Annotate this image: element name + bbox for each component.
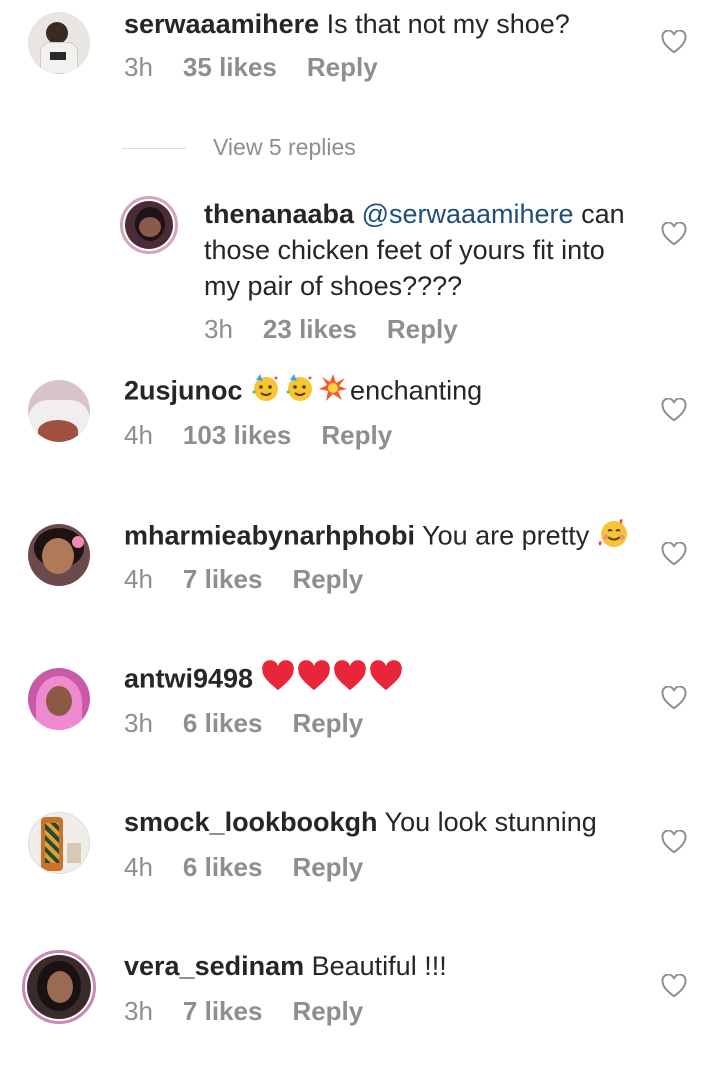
comment-meta: 3h 6 likes Reply [124,708,393,739]
comment-body: Beautiful !!! [304,951,447,981]
red-heart-emoji [333,660,367,701]
reply-button[interactable]: Reply [387,314,458,344]
heart-outline-icon[interactable] [661,686,687,710]
timestamp: 4h [124,420,153,450]
comment-body: those chicken feet of yours fit into [204,235,605,265]
avatar[interactable] [22,950,96,1024]
timestamp: 4h [124,564,153,594]
mention-link[interactable]: @serwaaamihere [362,199,574,229]
comment-body [253,664,261,694]
avatar[interactable] [28,380,90,442]
replies-divider [122,148,186,149]
red-heart-emoji [369,660,403,701]
comment-body: my pair of shoes???? [204,271,463,301]
likes-count[interactable]: 6 likes [183,852,263,882]
username[interactable]: thenanaaba [204,199,354,229]
likes-count[interactable]: 6 likes [183,708,263,738]
heart-outline-icon[interactable] [661,30,687,54]
collision-emoji [318,373,348,412]
reply-button[interactable]: Reply [307,52,378,82]
timestamp: 3h [124,708,153,738]
red-heart-emoji [261,660,295,701]
timestamp: 3h [124,52,153,82]
partying-face-emoji [284,372,316,413]
comment-meta: 4h 6 likes Reply [124,852,393,883]
avatar[interactable] [28,12,90,74]
username[interactable]: serwaaamihere [124,9,319,39]
comment-text: 2usjunoc enchanting [124,372,482,413]
comment-meta: 3h 35 likes Reply [124,52,408,83]
likes-count[interactable]: 35 likes [183,52,277,82]
avatar[interactable] [120,196,178,254]
view-replies-link[interactable]: View 5 replies [213,134,356,161]
comment-text: smock_lookbookgh You look stunning [124,804,597,840]
heart-outline-icon[interactable] [661,830,687,854]
timestamp: 3h [204,314,233,344]
username[interactable]: 2usjunoc [124,376,243,406]
comment-body: You look stunning [377,807,597,837]
comment-body: You are pretty [415,520,597,551]
likes-count[interactable]: 7 likes [183,564,263,594]
likes-count[interactable]: 103 likes [183,420,291,450]
comment-meta: 3h 7 likes Reply [124,996,393,1027]
reply-button[interactable]: Reply [292,852,363,882]
partying-face-emoji [250,372,282,413]
heart-outline-icon[interactable] [661,398,687,422]
comment-text: serwaaamihere Is that not my shoe? [124,6,570,42]
timestamp: 4h [124,852,153,882]
username[interactable]: mharmieabynarhphobi [124,521,415,551]
comment-meta: 4h 7 likes Reply [124,564,393,595]
avatar[interactable] [28,812,90,874]
comment-text: antwi9498 [124,660,405,701]
comment-body: Is that not my shoe? [319,9,570,39]
avatar[interactable] [28,524,90,586]
reply-button[interactable]: Reply [321,420,392,450]
red-heart-emoji [297,660,331,701]
likes-count[interactable]: 7 likes [183,996,263,1026]
username[interactable]: vera_sedinam [124,951,304,981]
heart-outline-icon[interactable] [661,974,687,998]
reply-button[interactable]: Reply [292,564,363,594]
heart-outline-icon[interactable] [661,222,687,246]
avatar[interactable] [28,668,90,730]
likes-count[interactable]: 23 likes [263,314,357,344]
comment-text: vera_sedinam Beautiful !!! [124,948,447,984]
reply-button[interactable]: Reply [292,708,363,738]
timestamp: 3h [124,996,153,1026]
comment-body: enchanting [350,375,483,406]
comment-meta: 3h 23 likes Reply [204,314,488,345]
comment-body: can [573,199,625,229]
smiling-face-with-hearts-emoji [597,516,631,559]
reply-button[interactable]: Reply [292,996,363,1026]
heart-outline-icon[interactable] [661,542,687,566]
username[interactable]: antwi9498 [124,664,253,694]
comment-text: thenanaaba @serwaaamihere can those chic… [204,196,644,304]
comment-text: mharmieabynarhphobi You are pretty [124,516,633,559]
comment-meta: 4h 103 likes Reply [124,420,422,451]
username[interactable]: smock_lookbookgh [124,807,378,837]
